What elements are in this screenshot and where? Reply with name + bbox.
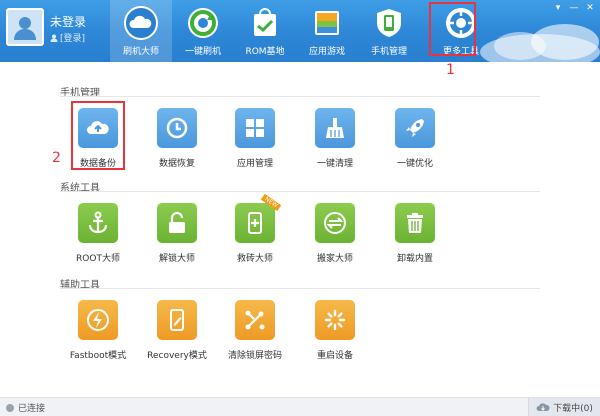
tool-label: 重启设备	[316, 351, 353, 361]
tab-rom-base[interactable]: ROM基地	[234, 0, 296, 62]
tool-label: 搬家大师	[316, 254, 353, 264]
cloud-download-icon	[536, 403, 550, 411]
tab-apps-games[interactable]: 应用游戏	[296, 0, 358, 62]
download-label: 下载中(0)	[553, 403, 593, 414]
person-icon	[50, 34, 58, 42]
connection-status: 已连接	[6, 401, 45, 414]
step-number-1: 1	[446, 62, 455, 78]
tool-label: Recovery模式	[147, 351, 207, 361]
tool-one-click-optimize[interactable]: 一键优化	[380, 108, 450, 169]
broom-icon	[315, 108, 355, 148]
connection-status-label: 已连接	[18, 404, 46, 414]
tool-root-master[interactable]: ROOT大师	[63, 203, 133, 264]
restart-icon	[315, 300, 355, 340]
tool-uninstall-builtin[interactable]: 卸载内置	[380, 203, 450, 264]
tool-label: 解锁大师	[158, 254, 195, 264]
tab-label: 刷机大师	[122, 47, 159, 57]
tool-label: 数据恢复	[158, 159, 195, 169]
tab-label: 手机管理	[370, 47, 407, 57]
rom-bag-icon	[248, 6, 282, 40]
lightning-icon	[78, 300, 118, 340]
tool-label: 应用管理	[236, 159, 273, 169]
trash-icon	[395, 203, 435, 243]
phone-plus-icon: NEW	[235, 193, 282, 243]
apps-icon	[310, 6, 344, 40]
minimize-button[interactable]: —	[568, 2, 580, 14]
divider	[60, 96, 540, 97]
tool-app-manager[interactable]: 应用管理	[220, 108, 290, 169]
tab-phone-manager[interactable]: 手机管理	[358, 0, 420, 62]
login-link[interactable]: [登录]	[50, 31, 85, 44]
menu-button[interactable]: ▾	[552, 2, 564, 14]
tool-recovery-mode[interactable]: Recovery模式	[142, 300, 212, 361]
user-name: 未登录	[50, 15, 87, 29]
tool-label: 卸载内置	[396, 254, 433, 264]
grid-icon	[235, 108, 275, 148]
top-bar: 未登录 [登录] 刷机大师 一键刷机 ROM基地 应用游戏 手机管理 更多工具 …	[0, 0, 600, 62]
rocket-icon	[395, 108, 435, 148]
phone-shield-icon	[372, 6, 406, 40]
tab-one-click-flash[interactable]: 一键刷机	[172, 0, 234, 62]
tool-unlock-master[interactable]: 解锁大师	[142, 203, 212, 264]
tool-data-restore[interactable]: 数据恢复	[142, 108, 212, 169]
tool-label: Fastboot模式	[69, 351, 127, 361]
divider	[60, 288, 540, 289]
tool-label: 一键清理	[316, 159, 353, 169]
tab-label: ROM基地	[245, 47, 285, 57]
window-controls: ▾ — ✕	[552, 2, 596, 14]
avatar[interactable]	[6, 8, 44, 46]
login-link-label: [登录]	[60, 34, 86, 44]
tab-label: 一键刷机	[184, 47, 221, 57]
tool-move-master[interactable]: 搬家大师	[300, 203, 370, 264]
tool-label: ROOT大师	[76, 254, 120, 264]
status-bar: 已连接 下载中(0)	[0, 397, 600, 416]
tab-flash-master[interactable]: 刷机大师	[110, 0, 172, 62]
pattern-lock-icon	[235, 300, 275, 340]
user-icon	[14, 17, 36, 40]
transfer-icon	[315, 203, 355, 243]
step-number-2: 2	[52, 150, 61, 166]
tool-fastboot-mode[interactable]: Fastboot模式	[63, 300, 133, 361]
divider	[60, 191, 540, 192]
tool-label: 一键优化	[396, 159, 433, 169]
anchor-icon	[78, 203, 118, 243]
phone-edit-icon	[157, 300, 197, 340]
tool-rescue-master[interactable]: NEW 救砖大师	[220, 193, 290, 264]
download-button[interactable]: 下载中(0)	[528, 398, 600, 416]
tool-label: 救砖大师	[236, 254, 273, 264]
tool-one-click-clean[interactable]: 一键清理	[300, 108, 370, 169]
tool-clear-lock-password[interactable]: 清除锁屏密码	[220, 300, 290, 361]
cloud-icon	[124, 6, 158, 40]
clock-icon	[157, 108, 197, 148]
unlock-icon	[157, 203, 197, 243]
refresh-icon	[186, 6, 220, 40]
highlight-data-backup	[71, 101, 125, 170]
close-button[interactable]: ✕	[584, 2, 596, 14]
highlight-more-tools	[429, 2, 476, 56]
status-dot-icon	[6, 403, 14, 412]
tool-restart-device[interactable]: 重启设备	[300, 300, 370, 361]
tool-label: 清除锁屏密码	[227, 351, 282, 361]
new-badge: NEW	[260, 193, 282, 212]
tab-label: 应用游戏	[308, 47, 345, 57]
